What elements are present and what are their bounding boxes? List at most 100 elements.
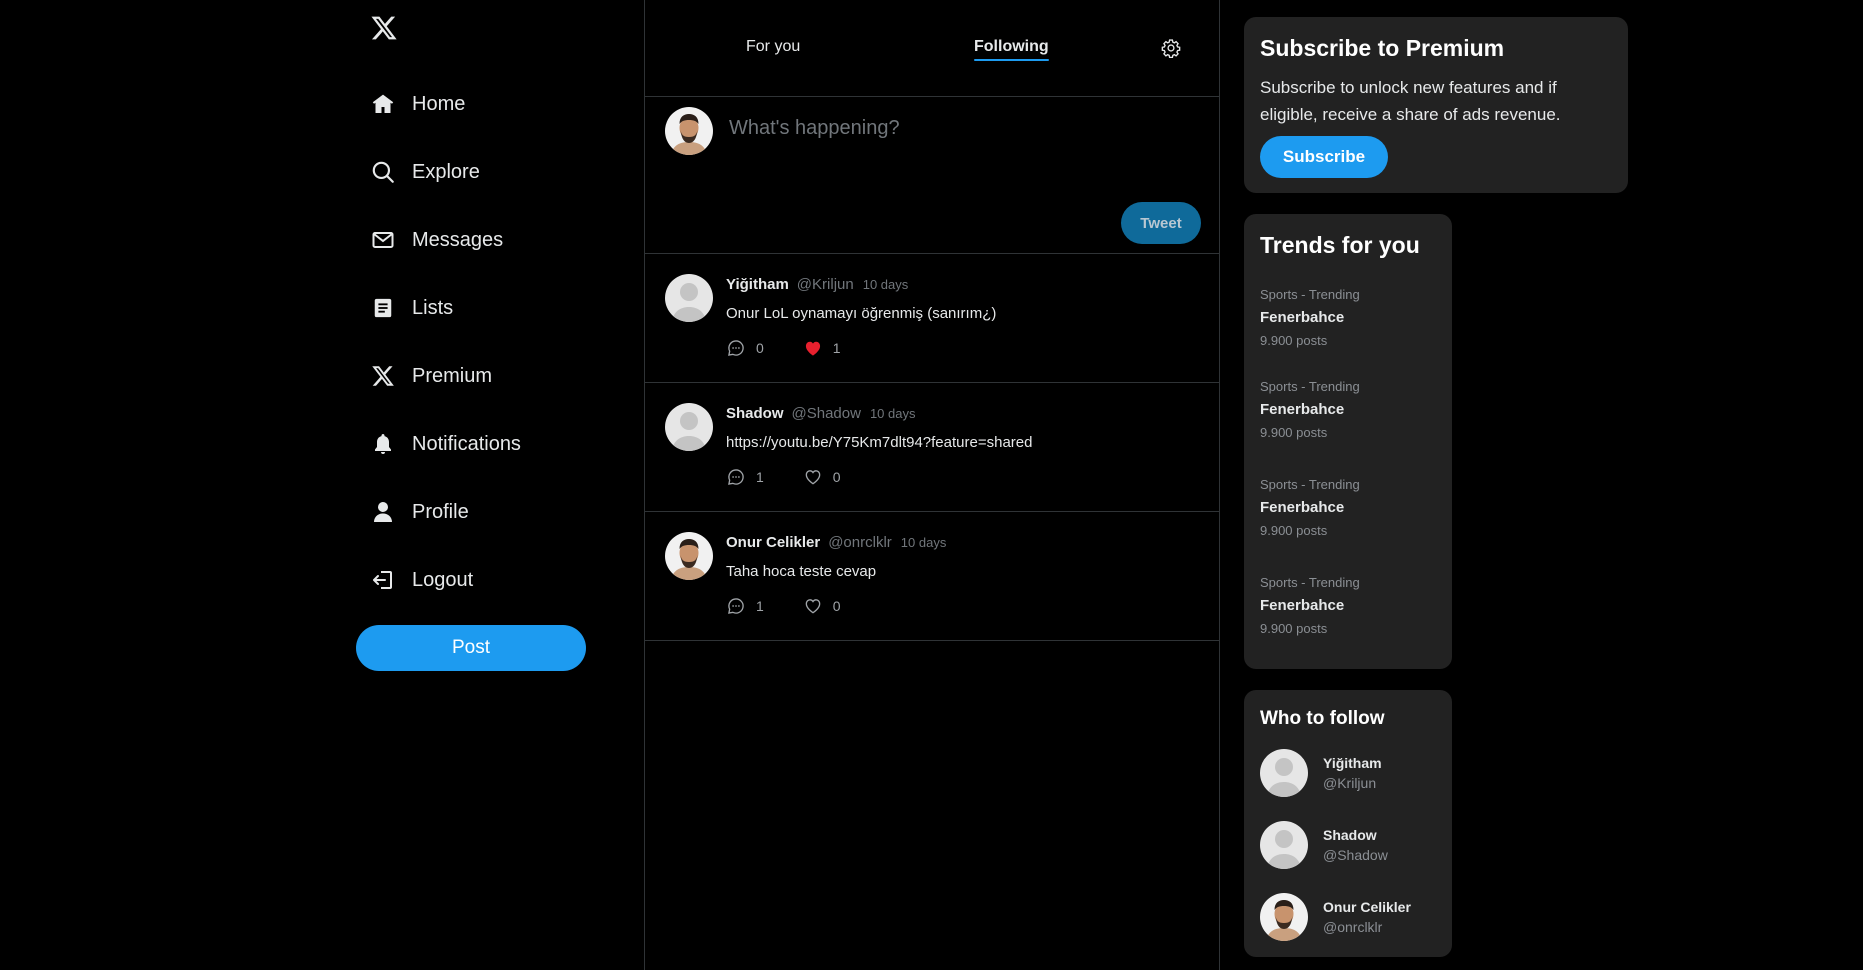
tweet-text: Onur LoL oynamayı öğrenmiş (sanırım¿): [726, 305, 997, 322]
who-to-follow-title: Who to follow: [1260, 708, 1385, 729]
follow-suggestion[interactable]: Onur Celikler @onrclklr: [1260, 893, 1411, 941]
tweet-author-handle[interactable]: @Kriljun: [797, 276, 854, 293]
like-count: 0: [832, 469, 841, 485]
follow-handle: @Shadow: [1323, 847, 1388, 863]
reply-button[interactable]: 1: [726, 467, 764, 487]
tweet-text: Taha hoca teste cevap: [726, 563, 877, 580]
feed: For you Following Tweet: [644, 0, 1220, 970]
follow-handle: @onrclklr: [1323, 919, 1383, 935]
user-icon: [370, 499, 396, 525]
heart-filled-icon: [805, 341, 820, 356]
reply-count: 1: [756, 598, 764, 614]
tab-active-indicator: [974, 59, 1049, 61]
reply-button[interactable]: 1: [726, 596, 764, 616]
nav-label-notifications: Notifications: [412, 432, 521, 455]
post-button[interactable]: Post: [356, 625, 586, 671]
tweet-author-name[interactable]: Shadow: [726, 405, 784, 422]
who-to-follow-card: Who to follow Yiğitham @Kriljun Shadow @…: [1244, 690, 1452, 957]
trend-item[interactable]: Sports - Trending Fenerbahce 9.900 posts: [1260, 455, 1436, 553]
tweet-author-handle[interactable]: @Shadow: [792, 405, 861, 422]
sidebar: Home Explore Messages Lists Premium Noti…: [0, 0, 645, 970]
trends-card: Trends for you Sports - Trending Fenerba…: [1244, 214, 1452, 669]
tab-following[interactable]: Following: [974, 38, 1049, 61]
tweet-timestamp: 10 days: [869, 406, 916, 421]
app: Home Explore Messages Lists Premium Noti…: [0, 0, 1863, 970]
nav-label-explore: Explore: [412, 160, 480, 183]
nav-item-notifications[interactable]: Notifications: [370, 410, 521, 478]
premium-description: Subscribe to unlock new features and if …: [1260, 78, 1561, 124]
nav-item-premium[interactable]: Premium: [370, 342, 521, 410]
nav-item-messages[interactable]: Messages: [370, 206, 521, 274]
comment-icon: [728, 469, 744, 485]
trend-post-count: 9.900 posts: [1260, 333, 1328, 348]
search-icon: [370, 159, 396, 185]
follow-suggestion[interactable]: Shadow @Shadow: [1260, 821, 1388, 869]
tweet[interactable]: Onur Celikler @onrclklr 10 days Taha hoc…: [645, 512, 1219, 641]
avatar[interactable]: [1260, 893, 1308, 941]
trend-category: Sports - Trending: [1260, 477, 1360, 492]
avatar[interactable]: [665, 274, 713, 322]
x-logo-icon[interactable]: [370, 14, 398, 42]
premium-title: Subscribe to Premium: [1260, 35, 1505, 61]
avatar[interactable]: [665, 532, 713, 580]
tweet[interactable]: Yiğitham @Kriljun 10 days Onur LoL oynam…: [645, 254, 1219, 383]
follow-handle: @Kriljun: [1323, 775, 1377, 791]
trend-item[interactable]: Sports - Trending Fenerbahce 9.900 posts: [1260, 259, 1436, 357]
tweet-author-name[interactable]: Onur Celikler: [726, 534, 820, 551]
tweet-timestamp: 10 days: [862, 277, 909, 292]
premium-card: Subscribe to Premium Subscribe to unlock…: [1244, 17, 1628, 193]
trend-category: Sports - Trending: [1260, 379, 1360, 394]
like-button[interactable]: 1: [803, 338, 841, 358]
tweet-actions: 1 0: [726, 467, 841, 487]
tweet-author-name[interactable]: Yiğitham: [726, 276, 789, 293]
tweet-button[interactable]: Tweet: [1121, 202, 1201, 244]
follow-info: Yiğitham @Kriljun: [1323, 755, 1382, 791]
heart-icon: [805, 470, 821, 485]
like-button[interactable]: 0: [803, 596, 841, 616]
tweet-author-handle[interactable]: @onrclklr: [828, 534, 892, 551]
nav-item-home[interactable]: Home: [370, 70, 521, 138]
like-button[interactable]: 0: [803, 467, 841, 487]
trend-name: Fenerbahce: [1260, 401, 1345, 418]
avatar[interactable]: [1260, 749, 1308, 797]
nav-label-home: Home: [412, 92, 466, 115]
reply-button[interactable]: 0: [726, 338, 764, 358]
trend-post-count: 9.900 posts: [1260, 523, 1328, 538]
nav-label-premium: Premium: [412, 364, 493, 387]
trend-item[interactable]: Sports - Trending Fenerbahce 9.900 posts: [1260, 357, 1436, 455]
comment-icon: [728, 598, 744, 614]
compose-input[interactable]: [729, 117, 1189, 157]
follow-name: Yiğitham: [1323, 755, 1382, 771]
nav-item-lists[interactable]: Lists: [370, 274, 521, 342]
trend-item[interactable]: Sports - Trending Fenerbahce 9.900 posts: [1260, 553, 1436, 651]
nav-label-logout: Logout: [412, 568, 474, 591]
follow-info: Shadow @Shadow: [1323, 827, 1388, 863]
tab-for-you[interactable]: For you: [746, 38, 800, 56]
gear-icon[interactable]: [1161, 38, 1181, 59]
nav-label-messages: Messages: [412, 228, 504, 251]
nav-item-logout[interactable]: Logout: [370, 546, 521, 614]
list-icon: [370, 295, 396, 321]
trends-title: Trends for you: [1260, 232, 1420, 258]
follow-suggestion[interactable]: Yiğitham @Kriljun: [1260, 749, 1382, 797]
tweet-header: Onur Celikler @onrclklr 10 days: [726, 534, 946, 551]
trend-category: Sports - Trending: [1260, 575, 1360, 590]
trend-name: Fenerbahce: [1260, 309, 1345, 326]
avatar[interactable]: [1260, 821, 1308, 869]
tweet-text[interactable]: https://youtu.be/Y75Km7dlt94?feature=sha…: [726, 434, 1032, 451]
tweet-actions: 0 1: [726, 338, 841, 358]
tab-following-label: Following: [974, 38, 1049, 55]
composer: Tweet: [645, 97, 1219, 254]
tweet[interactable]: Shadow @Shadow 10 days https://youtu.be/…: [645, 383, 1219, 512]
avatar[interactable]: [665, 403, 713, 451]
mail-icon: [370, 227, 396, 253]
avatar[interactable]: [665, 107, 713, 155]
reply-count: 0: [756, 340, 764, 356]
nav-item-explore[interactable]: Explore: [370, 138, 521, 206]
nav-item-profile[interactable]: Profile: [370, 478, 521, 546]
like-count: 0: [832, 598, 841, 614]
feed-tabs: For you Following: [645, 0, 1219, 97]
reply-count: 1: [756, 469, 764, 485]
nav-label-lists: Lists: [412, 296, 454, 319]
subscribe-button[interactable]: Subscribe: [1260, 136, 1388, 178]
